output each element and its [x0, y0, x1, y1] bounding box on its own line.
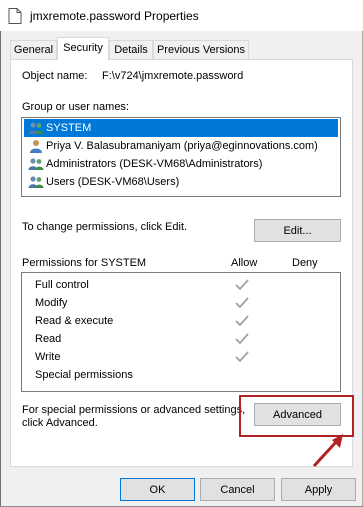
object-name-value: F:\v724\jmxremote.password [102, 70, 244, 82]
allow-check-icon [235, 351, 249, 363]
title-bar[interactable]: jmxremote.password Properties [0, 0, 363, 31]
window-left-edge [0, 0, 1, 507]
advanced-button[interactable]: Advanced [254, 403, 341, 426]
permission-modify: Modify [35, 297, 68, 309]
group-item-system[interactable]: SYSTEM [24, 119, 338, 137]
group-user-listbox[interactable]: SYSTEM Priya V. Balasubramaniyam (priya@… [21, 117, 341, 197]
tab-security[interactable]: Security [57, 37, 109, 60]
users-group-icon [28, 176, 44, 188]
permission-special: Special permissions [35, 369, 133, 381]
change-permissions-text: To change permissions, click Edit. [22, 221, 188, 233]
permissions-list[interactable]: Full control Modify Read & execute Read … [21, 272, 341, 392]
permission-write: Write [35, 351, 61, 363]
group-item-label: Priya V. Balasubramaniyam (priya@eginnov… [46, 140, 318, 152]
group-item-priya[interactable]: Priya V. Balasubramaniyam (priya@eginnov… [24, 137, 338, 155]
annotation-arrow-icon [312, 434, 343, 468]
allow-check-icon [235, 333, 249, 345]
group-item-label: SYSTEM [46, 122, 92, 134]
deny-column-header: Deny [292, 257, 318, 269]
allow-check-icon [235, 315, 249, 327]
group-item-label: Users (DESK-VM68\Users) [46, 176, 180, 188]
document-icon [8, 8, 22, 24]
group-item-label: Administrators (DESK-VM68\Administrators… [46, 158, 263, 170]
cancel-button[interactable]: Cancel [200, 478, 275, 501]
special-permissions-text-line2: click Advanced. [22, 417, 98, 429]
window-title: jmxremote.password Properties [30, 9, 199, 23]
tab-previous-versions[interactable]: Previous Versions [153, 40, 249, 59]
permission-read-execute: Read & execute [35, 315, 114, 327]
ok-button[interactable]: OK [120, 478, 195, 501]
object-name-label: Object name: [22, 70, 88, 82]
users-group-icon [28, 158, 44, 170]
group-item-administrators[interactable]: Administrators (DESK-VM68\Administrators… [24, 155, 338, 173]
group-names-label: Group or user names: [22, 101, 129, 113]
tab-general[interactable]: General [10, 40, 57, 59]
apply-button[interactable]: Apply [281, 478, 356, 501]
permission-read: Read [35, 333, 62, 345]
tab-details[interactable]: Details [109, 40, 153, 59]
permissions-header: Permissions for SYSTEM [22, 257, 147, 269]
user-icon [30, 140, 42, 153]
group-item-users[interactable]: Users (DESK-VM68\Users) [24, 173, 338, 191]
permission-full-control: Full control [35, 279, 89, 291]
allow-check-icon [235, 297, 249, 309]
allow-check-icon [235, 279, 249, 291]
users-group-icon [28, 122, 44, 134]
edit-button[interactable]: Edit... [254, 219, 341, 242]
apply-label: Apply [304, 483, 333, 496]
allow-column-header: Allow [231, 257, 258, 269]
special-permissions-text-line1: For special permissions or advanced sett… [22, 404, 246, 416]
